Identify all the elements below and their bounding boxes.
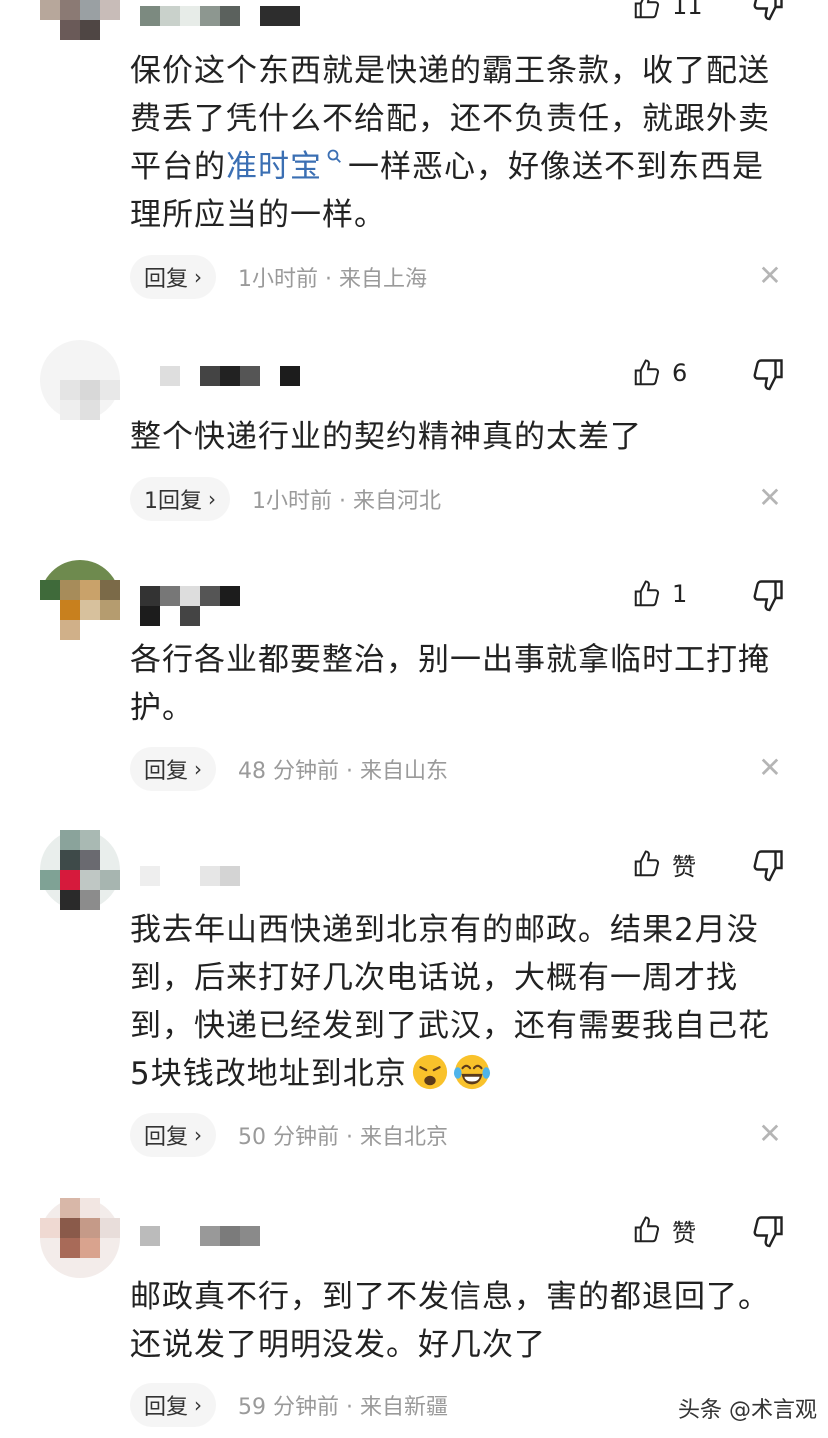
comment-meta-row: 回复 › 59 分钟前 · 来自新疆 <box>130 1383 448 1427</box>
thumbs-down-icon[interactable] <box>750 356 786 392</box>
thumbs-up-icon <box>634 580 660 607</box>
reply-button[interactable]: 回复 › <box>130 1383 217 1427</box>
thumbs-up-icon <box>634 1216 660 1243</box>
avatar[interactable] <box>40 560 120 640</box>
thumbs-up-icon <box>634 850 660 877</box>
thumbs-up-icon <box>634 0 660 19</box>
thumbs-up-icon <box>634 359 660 386</box>
watermark: 头条 @术言观 <box>678 1398 817 1423</box>
comment-timestamp-location: 50 分钟前 · 来自北京 <box>238 1125 448 1150</box>
reply-button[interactable]: 回复 › <box>130 255 217 299</box>
close-icon[interactable]: ✕ <box>756 484 784 512</box>
avatar[interactable] <box>40 1198 120 1278</box>
thumbs-down-icon[interactable] <box>750 847 786 883</box>
avatar[interactable] <box>40 830 120 910</box>
laughing-tears-emoji <box>453 1054 490 1090</box>
comment-text: 各行各业都要整治，别一出事就拿临时工打掩护。 <box>130 642 770 726</box>
comment-text: 邮政真不行，到了不发信息，害的都退回了。还说发了明明没发。好几次了 <box>130 1279 770 1363</box>
comment-meta-row: 回复 › 50 分钟前 · 来自北京 <box>130 1113 448 1157</box>
comment-timestamp-location: 48 分钟前 · 来自山东 <box>238 759 448 784</box>
like-button[interactable]: 1 <box>632 576 687 612</box>
comment-meta-row: 回复 › 1小时前 · 来自上海 <box>130 255 427 299</box>
tired-face-emoji <box>412 1054 447 1090</box>
like-button[interactable]: 6 <box>632 355 687 391</box>
reply-button[interactable]: 1回复 › <box>130 477 230 521</box>
like-button[interactable]: 赞 <box>632 846 696 882</box>
like-count: 11 <box>672 0 703 20</box>
comment-timestamp-location: 1小时前 · 来自河北 <box>252 489 441 514</box>
close-icon[interactable]: ✕ <box>756 754 784 782</box>
like-button[interactable]: 11 <box>632 0 703 24</box>
thumbs-down-icon[interactable] <box>750 0 786 22</box>
like-count: 赞 <box>672 852 696 881</box>
reply-button[interactable]: 回复 › <box>130 747 217 791</box>
avatar[interactable] <box>40 0 120 40</box>
chevron-right-icon: › <box>194 265 203 289</box>
search-icon <box>327 149 341 163</box>
comment-text: 保价这个东西就是快递的霸王条款，收了配送费丢了凭什么不给配，还不负责任，就跟外卖… <box>130 53 770 233</box>
chevron-right-icon: › <box>194 757 203 781</box>
avatar[interactable] <box>40 340 120 420</box>
chevron-right-icon: › <box>208 487 216 511</box>
comment-timestamp-location: 1小时前 · 来自上海 <box>238 267 427 292</box>
thumbs-down-icon[interactable] <box>750 577 786 613</box>
search-link[interactable]: 准时宝 <box>226 149 322 185</box>
like-count: 1 <box>672 580 688 608</box>
comment-meta-row: 1回复 › 1小时前 · 来自河北 <box>130 477 441 521</box>
comment-meta-row: 回复 › 48 分钟前 · 来自山东 <box>130 747 448 791</box>
reply-button[interactable]: 回复 › <box>130 1113 217 1157</box>
chevron-right-icon: › <box>194 1393 203 1417</box>
like-count: 赞 <box>672 1218 696 1247</box>
chevron-right-icon: › <box>194 1123 203 1147</box>
comment-text: 我去年山西快递到北京有的邮政。结果2月没到，后来打好几次电话说，大概有一周才找到… <box>130 912 770 1092</box>
close-icon[interactable]: ✕ <box>756 262 784 290</box>
close-icon[interactable]: ✕ <box>756 1120 784 1148</box>
thumbs-down-icon[interactable] <box>750 1213 786 1249</box>
comment-timestamp-location: 59 分钟前 · 来自新疆 <box>238 1395 448 1420</box>
comment-text: 整个快递行业的契约精神真的太差了 <box>130 419 642 455</box>
like-count: 6 <box>672 359 688 387</box>
like-button[interactable]: 赞 <box>632 1212 696 1248</box>
